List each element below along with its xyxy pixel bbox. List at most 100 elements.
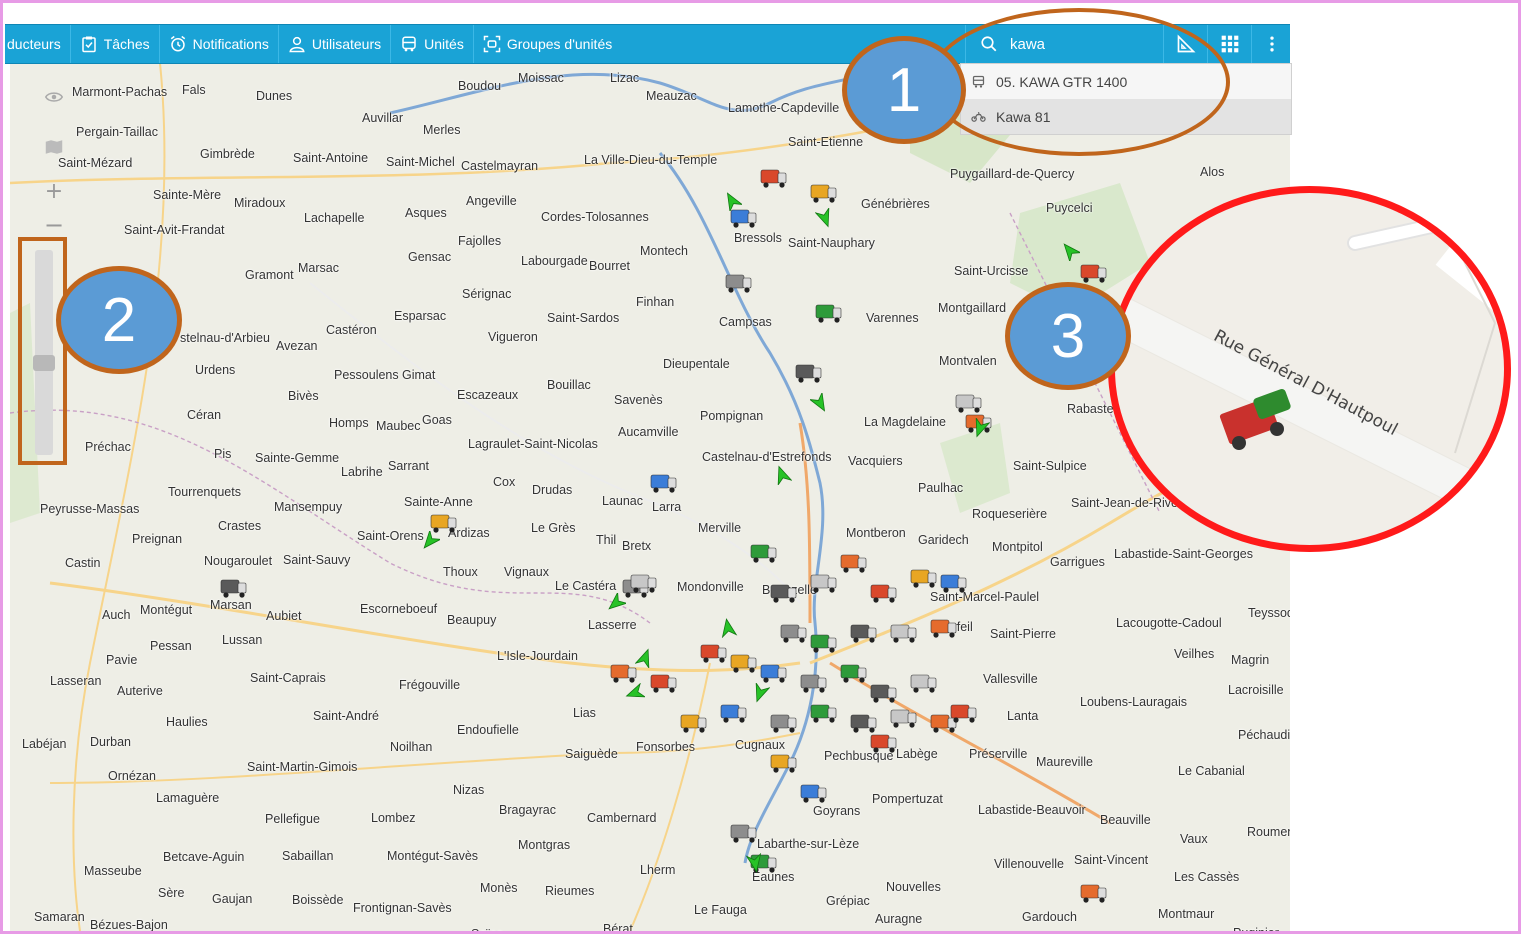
map-place-label: Saint-Avit-Frandat xyxy=(124,223,225,237)
map-place-label: Saint-Michel xyxy=(386,155,455,169)
vehicle-marker[interactable] xyxy=(910,568,942,592)
vehicle-marker[interactable] xyxy=(770,713,802,737)
map-place-label: Saint-Nauphary xyxy=(788,236,875,250)
map-place-label: Veilhes xyxy=(1174,647,1215,661)
search-highlight-ring xyxy=(928,8,1230,156)
vehicle-marker[interactable] xyxy=(725,273,757,297)
callout-2: 2 xyxy=(56,266,182,374)
vehicle-marker[interactable] xyxy=(930,618,962,642)
vehicle-marker[interactable] xyxy=(770,753,802,777)
vehicle-marker[interactable] xyxy=(795,363,827,387)
map-place-label: Pellefigue xyxy=(265,812,320,826)
map-place-label: Angeville xyxy=(466,194,517,208)
vehicle-marker[interactable] xyxy=(800,783,832,807)
toolbar-users[interactable]: Utilisateurs xyxy=(279,25,392,63)
map-place-label: Varennes xyxy=(866,311,919,325)
toolbar-units[interactable]: Unités xyxy=(391,25,474,63)
vehicle-marker[interactable] xyxy=(680,713,712,737)
map-place-label: Nizas xyxy=(453,783,485,797)
toolbar-tasks[interactable]: Tâches xyxy=(71,25,160,63)
vehicle-marker[interactable] xyxy=(810,703,842,727)
toolbar-drivers-label: ducteurs xyxy=(7,36,61,52)
map-place-label: Génébrières xyxy=(861,197,930,211)
map-place-label: Maubec xyxy=(376,419,421,433)
map-place-label: Pompignan xyxy=(700,409,764,423)
map-layers-icon[interactable] xyxy=(40,133,68,161)
vehicle-marker[interactable] xyxy=(940,573,972,597)
vehicle-marker[interactable] xyxy=(750,543,782,567)
map-place-label: Campsas xyxy=(719,315,772,329)
map-place-label: Le Fauga xyxy=(694,903,747,917)
vehicle-marker[interactable] xyxy=(890,623,922,647)
map-place-label: La Ville-Dieu-du-Temple xyxy=(584,153,718,167)
map-place-label: Homps xyxy=(329,416,369,430)
vehicle-marker[interactable] xyxy=(630,573,662,597)
map-place-label: La Magdelaine xyxy=(864,415,947,429)
vehicle-marker[interactable] xyxy=(850,623,882,647)
toolbar-notifications[interactable]: Notifications xyxy=(160,25,279,63)
map-place-label: Masseube xyxy=(84,864,142,878)
map-place-label: Sarrant xyxy=(388,459,429,473)
vehicle-marker[interactable] xyxy=(770,583,802,607)
eye-icon[interactable] xyxy=(40,83,68,111)
map-place-label: Mansempuy xyxy=(274,500,343,514)
toolbar-unit-groups[interactable]: Groupes d'unités xyxy=(474,25,621,63)
direction-arrow-icon xyxy=(608,593,626,610)
map-place-label: Bressols xyxy=(734,231,782,245)
vehicle-marker[interactable] xyxy=(810,183,842,207)
map-place-label: Cugnaux xyxy=(735,738,786,752)
user-icon xyxy=(289,36,305,53)
map-place-label: Crastes xyxy=(218,519,262,533)
map-place-label: Pessan xyxy=(150,639,192,653)
vehicle-marker[interactable] xyxy=(910,673,942,697)
vehicle-marker[interactable] xyxy=(840,663,872,687)
map-place-label: Lasserre xyxy=(588,618,637,632)
map-place-label: Marsac xyxy=(298,261,339,275)
map-place-label: Le Grès xyxy=(531,521,576,535)
vehicle-marker[interactable] xyxy=(700,643,732,667)
vehicle-marker[interactable] xyxy=(800,673,832,697)
zoom-out-button[interactable]: − xyxy=(40,211,68,239)
vehicle-marker[interactable] xyxy=(815,303,847,327)
vehicle-marker[interactable] xyxy=(890,708,922,732)
map-place-label: Les Cassès xyxy=(1174,870,1240,884)
map-view[interactable]: Marmont-Pachas Fals Dunes Boudou Moissac Liza… xyxy=(10,63,1290,931)
vehicle-marker[interactable] xyxy=(840,553,872,577)
map-place-label: Montpitol xyxy=(992,540,1043,554)
map-place-label: Sérignac xyxy=(462,287,512,301)
toolbar-tasks-label: Tâches xyxy=(103,36,150,52)
direction-arrow-icon xyxy=(625,683,645,698)
map-place-label: Saint-Mézard xyxy=(58,156,133,170)
vehicle-marker[interactable] xyxy=(870,683,902,707)
map-place-label: Larra xyxy=(652,500,682,514)
toolbar-drivers[interactable]: ducteurs xyxy=(5,25,71,63)
vehicle-marker[interactable] xyxy=(730,823,762,847)
vehicle-marker[interactable] xyxy=(760,168,792,192)
more-menu-button[interactable] xyxy=(1251,25,1291,63)
grid-icon xyxy=(1221,35,1239,53)
map-place-label: Merville xyxy=(698,521,742,535)
map-place-label: Savenès xyxy=(614,393,663,407)
map-place-label: Gimbrède xyxy=(200,147,255,161)
vehicle-marker[interactable] xyxy=(810,633,842,657)
map-place-label: Labastide-Saint-Georges xyxy=(1114,547,1253,561)
vehicle-marker[interactable] xyxy=(870,733,902,757)
toolbar-users-label: Utilisateurs xyxy=(311,36,382,52)
vehicle-marker[interactable] xyxy=(220,578,252,602)
map-place-label: Montmaur xyxy=(1158,907,1215,921)
vehicle-marker[interactable] xyxy=(1080,883,1112,907)
map-place-label: Loubens-Lauragais xyxy=(1080,695,1188,709)
direction-arrow-icon xyxy=(755,683,770,703)
vehicle-marker[interactable] xyxy=(780,623,812,647)
vehicle-marker[interactable] xyxy=(810,573,842,597)
vehicle-marker[interactable] xyxy=(650,673,682,697)
vehicle-marker[interactable] xyxy=(650,473,682,497)
vehicle-marker[interactable] xyxy=(870,583,902,607)
map-place-label: Pergain-Taillac xyxy=(76,125,158,139)
vehicle-marker[interactable] xyxy=(950,703,982,727)
toolbar-unit-groups-label: Groupes d'unités xyxy=(506,36,613,52)
zoom-in-button[interactable]: + xyxy=(40,177,68,205)
vehicle-marker[interactable] xyxy=(720,703,752,727)
vehicle-marker[interactable] xyxy=(730,208,762,232)
vehicle-marker[interactable] xyxy=(730,653,762,677)
